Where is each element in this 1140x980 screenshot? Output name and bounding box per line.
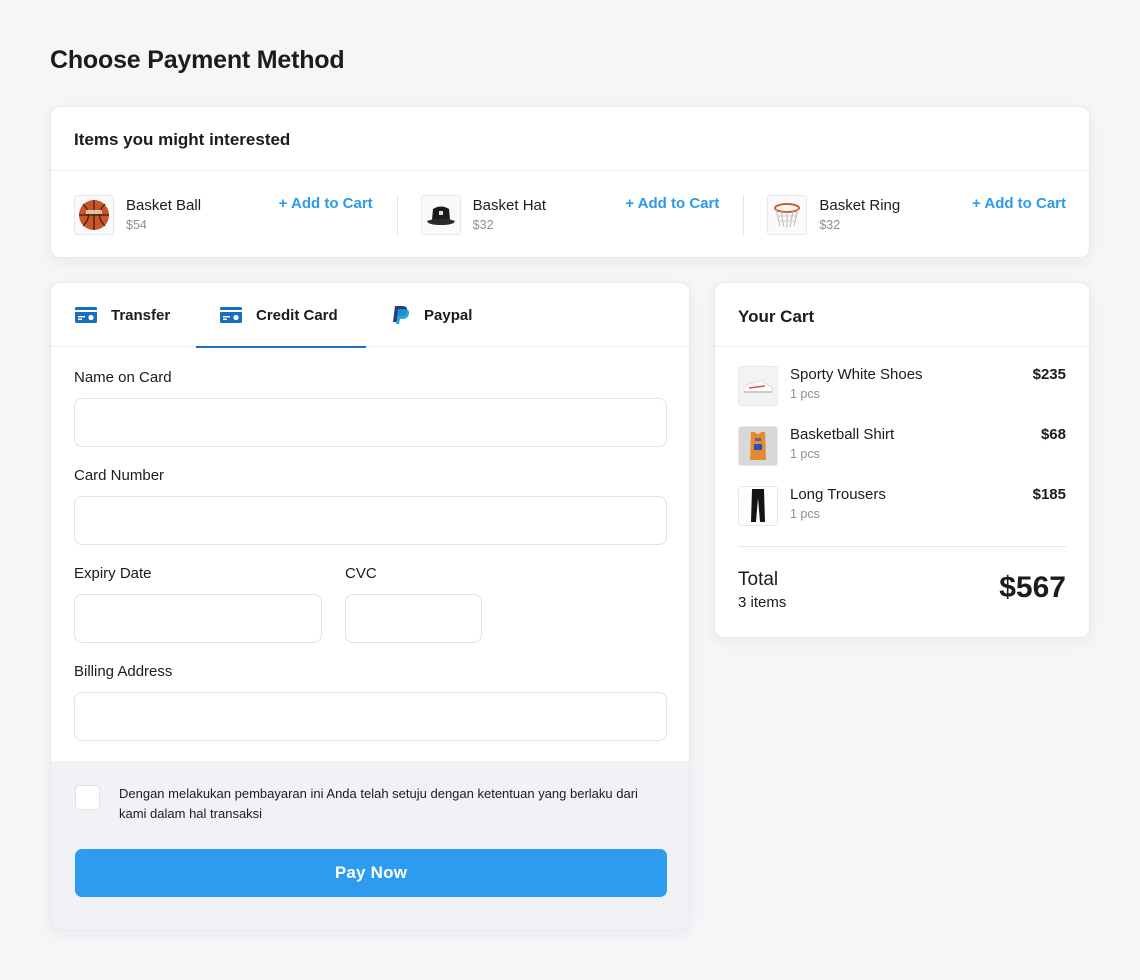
cart-list: Sporty White Shoes 1 pcs $235 Basketball… [715,347,1089,526]
cart-item-name: Long Trousers [790,486,886,503]
suggestion-price: $54 [126,218,147,232]
suggestion-name: Basket Ring [819,197,901,214]
billing-address-input[interactable] [74,692,667,741]
name-on-card-input[interactable] [74,398,667,447]
add-to-cart-button[interactable]: + Add to Cart [625,195,719,213]
tab-credit-card[interactable]: Credit Card [196,283,366,348]
cvc-label: CVC [345,565,377,582]
suggestion-name: Basket Ball [126,197,202,214]
jersey-icon [738,426,778,466]
cart-item-name: Sporty White Shoes [790,366,923,383]
payment-footer: Dengan melakukan pembayaran ini Anda tel… [51,761,689,929]
card-number-input[interactable] [74,496,667,545]
cart-card: Your Cart Sporty White Shoes 1 pcs $235 [714,282,1090,638]
credit-card-icon [220,307,242,323]
agreement-text: Dengan melakukan pembayaran ini Anda tel… [119,786,638,821]
suggestion-item-basket-ball: Basket Ball $54 + Add to Cart [74,194,397,235]
payment-card: Transfer Credit Card Paypal Name on Card… [50,282,690,930]
suggestions-list: Basket Ball $54 + Add to Cart Basket Hat… [51,171,1089,258]
suggestion-name: Basket Hat [472,197,547,214]
cart-item-qty: 1 pcs [790,447,820,461]
credit-card-form: Name on Card Card Number Expiry Date CVC… [51,347,689,741]
total-value: $567 [999,571,1066,604]
cart-item-qty: 1 pcs [790,507,820,521]
agreement-checkbox[interactable] [75,785,100,810]
suggestion-item-basket-ring: Basket Ring $32 + Add to Cart [743,194,1066,235]
expiry-date-input[interactable] [74,594,322,643]
add-to-cart-button[interactable]: + Add to Cart [279,195,373,213]
cart-item-price: $68 [1040,426,1066,443]
suggestion-item-basket-hat: Basket Hat $32 + Add to Cart [396,194,744,235]
tab-transfer[interactable]: Transfer [75,283,196,347]
cart-item: Basketball Shirt 1 pcs $68 [738,426,1066,466]
suggestions-title: Items you might interested [51,107,1089,171]
agreement-row: Dengan melakukan pembayaran ini Anda tel… [75,785,665,824]
tab-label: Credit Card [256,306,338,324]
cart-total: Total 3 items $567 [738,546,1066,611]
basketball-hoop-icon [767,194,808,235]
suggestion-price: $32 [819,218,841,232]
page-title: Choose Payment Method [50,46,345,74]
suggestions-card: Items you might interested Basket Ball $… [50,106,1090,258]
cart-item-name: Basketball Shirt [790,426,895,443]
tab-label: Transfer [111,306,171,324]
card-number-label: Card Number [74,467,165,484]
basketball-icon [74,194,114,235]
cart-item-price: $235 [1032,366,1066,383]
paypal-icon [392,305,410,325]
tab-paypal[interactable]: Paypal [366,283,472,347]
cvc-input[interactable] [345,594,482,643]
sneaker-icon [738,366,778,406]
expiry-date-label: Expiry Date [74,565,152,582]
bucket-hat-icon [420,194,461,235]
billing-address-label: Billing Address [74,663,173,680]
payment-tabs: Transfer Credit Card Paypal [51,283,689,348]
tab-label: Paypal [424,306,473,324]
name-on-card-label: Name on Card [74,369,172,386]
trousers-icon [738,486,778,526]
total-item-count: 3 items [738,594,787,611]
bank-card-icon [75,307,97,323]
pay-now-button[interactable]: Pay Now [75,849,667,897]
cart-item-qty: 1 pcs [790,387,820,401]
cart-item: Sporty White Shoes 1 pcs $235 [738,366,1066,406]
cart-item-price: $185 [1032,486,1066,503]
add-to-cart-button[interactable]: + Add to Cart [972,195,1066,213]
total-label: Total [738,569,779,590]
suggestion-price: $32 [472,218,494,232]
cart-title: Your Cart [715,283,1089,347]
cart-item: Long Trousers 1 pcs $185 [738,486,1066,526]
